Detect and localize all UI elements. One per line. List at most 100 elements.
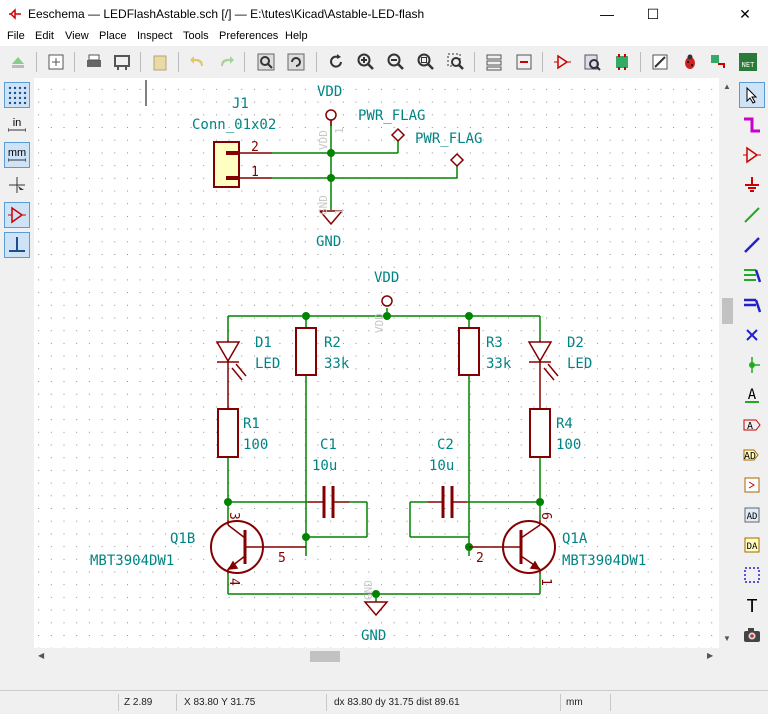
inch-units-button[interactable]: in	[4, 112, 30, 138]
vertical-scroll-thumb[interactable]	[722, 298, 733, 324]
title-bar: Eeschema — LEDFlashAstable.sch [/] — E:\…	[0, 0, 768, 28]
r2-resistor-symbol[interactable]	[295, 327, 317, 376]
inch-units-label: in	[12, 117, 22, 129]
undo-icon[interactable]	[186, 50, 210, 74]
generate-netlist-icon[interactable]: NET	[736, 50, 760, 74]
schematic-drawing[interactable]: J1 Conn_01x02 2 1 VDD VDD 1 GND GND 1 PW…	[34, 78, 719, 648]
refresh-icon[interactable]	[324, 50, 348, 74]
pwr-flag-2-label: PWR_FLAG	[415, 131, 482, 147]
svg-text:T: T	[747, 596, 758, 615]
add-sheet-icon[interactable]	[739, 472, 765, 498]
add-graphic-lines-icon[interactable]	[739, 562, 765, 588]
redo-icon[interactable]	[214, 50, 238, 74]
svg-text:A: A	[748, 387, 757, 403]
maximize-button[interactable]: ☐	[630, 0, 676, 28]
scroll-left-arrow-icon[interactable]: ◀	[38, 651, 44, 660]
j1-pin2-number: 2	[251, 140, 259, 155]
r2-reference: R2	[324, 335, 341, 351]
scroll-down-arrow-icon[interactable]: ▼	[723, 634, 731, 643]
add-bus-icon[interactable]	[739, 232, 765, 258]
add-junction-icon[interactable]	[739, 352, 765, 378]
print-icon[interactable]	[82, 50, 106, 74]
bus-to-bus-entry-icon[interactable]	[739, 292, 765, 318]
add-symbol-icon[interactable]	[739, 142, 765, 168]
menu-file[interactable]: File	[7, 30, 25, 42]
horizontal-scroll-thumb[interactable]	[310, 651, 340, 662]
menu-help[interactable]: Help	[285, 30, 308, 42]
erc-bug-icon[interactable]	[678, 50, 702, 74]
no-connect-icon[interactable]	[739, 322, 765, 348]
wire-to-bus-entry-icon[interactable]	[739, 262, 765, 288]
add-label-icon[interactable]: A	[739, 382, 765, 408]
add-text-icon[interactable]: T	[739, 592, 765, 618]
hidden-pins-icon[interactable]	[4, 202, 30, 228]
page-settings-icon[interactable]	[44, 50, 68, 74]
schematic-canvas[interactable]: J1 Conn_01x02 2 1 VDD VDD 1 GND GND 1 PW…	[34, 78, 719, 648]
leave-sheet-icon[interactable]	[512, 50, 536, 74]
select-arrow-icon[interactable]	[739, 82, 765, 108]
assign-footprints-icon[interactable]	[706, 50, 730, 74]
paste-icon[interactable]	[148, 50, 172, 74]
add-sheet-pin-icon[interactable]: DA	[739, 532, 765, 558]
r3-value: 33k	[486, 356, 512, 372]
svg-text:A: A	[747, 421, 753, 432]
j1-reference: J1	[232, 96, 249, 112]
menu-tools[interactable]: Tools	[183, 30, 209, 42]
j1-pin1-number: 1	[251, 165, 259, 180]
scroll-up-arrow-icon[interactable]: ▲	[723, 82, 731, 91]
close-button[interactable]: ✕	[722, 0, 768, 28]
horizontal-scrollbar[interactable]: ◀ ▶	[34, 648, 719, 665]
status-bar: Z 2.89 X 83.80 Y 31.75 dx 83.80 dy 31.75…	[0, 690, 768, 714]
menu-edit[interactable]: Edit	[35, 30, 54, 42]
import-sheet-pin-icon[interactable]: AD	[739, 502, 765, 528]
hierarchy-navigator-icon[interactable]	[482, 50, 506, 74]
plot-icon[interactable]	[110, 50, 134, 74]
vdd-label-top: VDD	[317, 84, 342, 100]
zoom-in-icon[interactable]	[354, 50, 378, 74]
find-icon[interactable]	[254, 50, 278, 74]
highlight-net-icon[interactable]	[739, 112, 765, 138]
cursor-crosshair-icon[interactable]	[4, 172, 30, 198]
menu-place[interactable]: Place	[99, 30, 127, 42]
footprint-editor-icon[interactable]	[610, 50, 634, 74]
c2-reference: C2	[437, 437, 454, 453]
gnd-hidden-text: GND	[317, 195, 330, 215]
menu-view[interactable]: View	[65, 30, 89, 42]
gnd-label-top: GND	[316, 234, 341, 250]
menu-preferences[interactable]: Preferences	[219, 30, 278, 42]
zoom-selection-icon[interactable]	[444, 50, 468, 74]
grid-toggle-icon[interactable]	[4, 82, 30, 108]
status-units: mm	[566, 697, 583, 708]
add-wire-icon[interactable]	[739, 202, 765, 228]
mm-units-button[interactable]: mm	[4, 142, 30, 168]
r3-resistor-symbol[interactable]	[458, 327, 480, 376]
d2-reference: D2	[567, 335, 584, 351]
status-delta: dx 83.80 dy 31.75 dist 89.61	[334, 697, 460, 708]
r1-reference: R1	[243, 416, 260, 432]
q1a-value: MBT3904DW1	[562, 553, 646, 569]
q1b-value: MBT3904DW1	[90, 553, 174, 569]
add-hierarchical-label-icon[interactable]: AD	[739, 442, 765, 468]
c2-value: 10u	[429, 458, 454, 474]
symbol-library-browser-icon[interactable]	[580, 50, 604, 74]
gnd-pin-one: 1	[333, 208, 346, 215]
vdd-power-symbol-circuit[interactable]	[381, 295, 393, 307]
wire-angle-icon[interactable]	[4, 232, 30, 258]
add-power-icon[interactable]	[739, 172, 765, 198]
q1a-reference: Q1A	[562, 531, 588, 547]
scroll-right-arrow-icon[interactable]: ▶	[707, 651, 713, 660]
menu-inspect[interactable]: Inspect	[137, 30, 172, 42]
symbol-editor-icon[interactable]	[550, 50, 574, 74]
find-replace-icon[interactable]	[284, 50, 308, 74]
zoom-fit-icon[interactable]	[414, 50, 438, 74]
vertical-scrollbar[interactable]: ▲ ▼	[719, 78, 736, 648]
zoom-out-icon[interactable]	[384, 50, 408, 74]
svg-text:AD: AD	[747, 512, 758, 522]
right-toolbar: A A AD AD DA T	[736, 78, 768, 658]
add-image-camera-icon[interactable]	[739, 622, 765, 648]
annotate-icon[interactable]	[648, 50, 672, 74]
c1-reference: C1	[320, 437, 337, 453]
add-global-label-icon[interactable]: A	[739, 412, 765, 438]
minimize-button[interactable]: —	[584, 0, 630, 28]
save-icon[interactable]	[6, 50, 30, 74]
